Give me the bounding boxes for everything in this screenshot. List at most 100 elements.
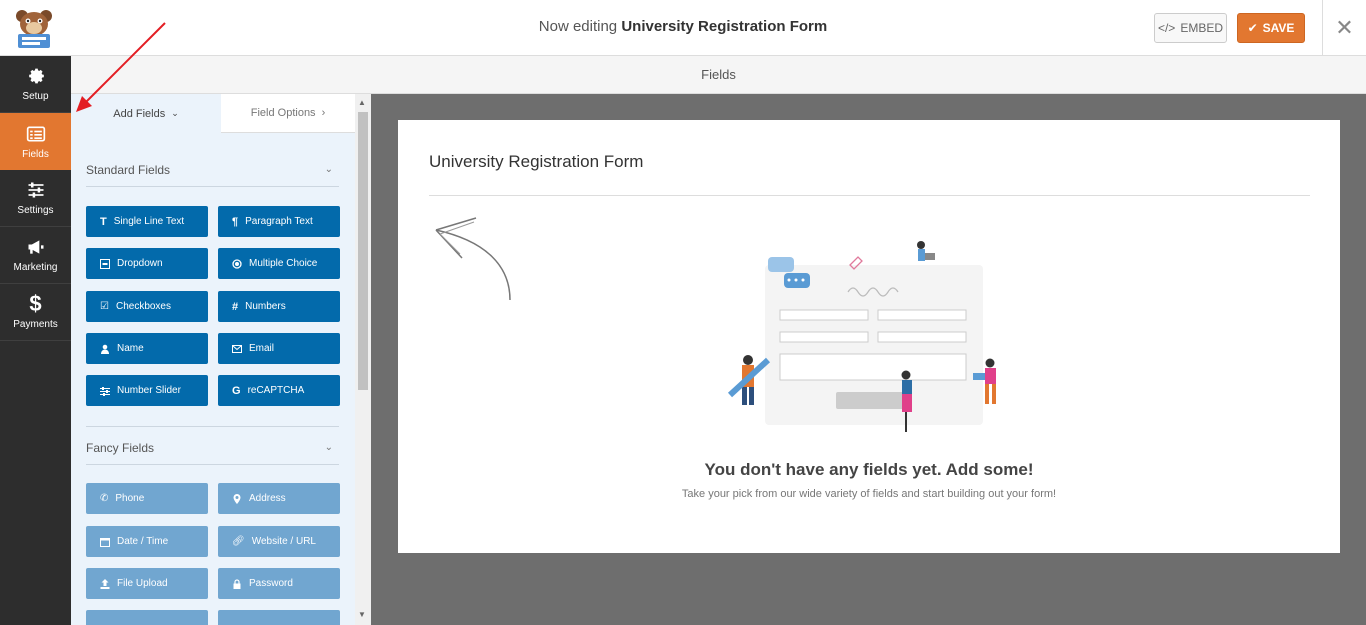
field-button-partial[interactable] bbox=[86, 610, 208, 625]
megaphone-icon bbox=[28, 240, 43, 254]
empty-form-illustration bbox=[727, 241, 996, 432]
check-icon: ✔ bbox=[1247, 21, 1258, 35]
nav-item-fields[interactable]: Fields bbox=[0, 113, 71, 170]
title-divider bbox=[429, 195, 1310, 196]
nav-item-payments[interactable]: $ Payments bbox=[0, 284, 71, 341]
field-button-website-url[interactable]: 🔗︎ Website / URL bbox=[218, 526, 340, 557]
save-button[interactable]: ✔ SAVE bbox=[1237, 13, 1305, 43]
chevron-down-icon: ⌄ bbox=[324, 164, 333, 175]
field-label: Dropdown bbox=[117, 258, 163, 269]
form-preview-card: University Registration Form You don't h… bbox=[398, 120, 1340, 553]
nav-label-payments: Payments bbox=[13, 319, 58, 330]
field-button-email[interactable]: Email bbox=[218, 333, 340, 364]
field-button-date-time[interactable]: Date / Time bbox=[86, 526, 208, 557]
field-label: Password bbox=[249, 578, 293, 589]
fields-header: Fields bbox=[71, 56, 1366, 94]
field-label: reCAPTCHA bbox=[247, 385, 305, 396]
field-label: Numbers bbox=[245, 301, 286, 312]
field-button-file-upload[interactable]: File Upload bbox=[86, 568, 208, 599]
field-button-paragraph-text[interactable]: ¶ Paragraph Text bbox=[218, 206, 340, 237]
field-button-number-slider[interactable]: Number Slider bbox=[86, 375, 208, 406]
sketch-arrow-icon bbox=[435, 217, 511, 301]
title-prefix: Now editing bbox=[538, 18, 618, 35]
section-divider bbox=[86, 426, 339, 427]
embed-label: EMBED bbox=[1180, 21, 1224, 35]
nav-label-fields: Fields bbox=[22, 148, 49, 160]
standard-fields-header[interactable]: Standard Fields ⌄ bbox=[86, 153, 339, 187]
field-button-checkboxes[interactable]: ☑ Checkboxes bbox=[86, 291, 208, 322]
field-button-partial[interactable] bbox=[218, 610, 340, 625]
chevron-down-icon: ⌄ bbox=[324, 442, 333, 453]
radio-icon bbox=[232, 258, 242, 269]
empty-state-subtext: Take your pick from our wide variety of … bbox=[681, 488, 1057, 500]
close-button[interactable]: ✕ bbox=[1322, 0, 1366, 56]
google-icon: G bbox=[232, 384, 241, 397]
nav-item-marketing[interactable]: Marketing bbox=[0, 227, 71, 284]
link-icon: 🔗︎ bbox=[232, 536, 245, 547]
gear-icon bbox=[28, 68, 44, 84]
field-label: Address bbox=[249, 493, 286, 504]
nav-label-marketing: Marketing bbox=[13, 262, 58, 273]
field-button-name[interactable]: Name bbox=[86, 333, 208, 364]
left-navigation: Setup Fields Settings Marketing $ Paymen… bbox=[0, 56, 71, 625]
embed-button[interactable]: </> EMBED bbox=[1154, 13, 1227, 43]
scroll-down-icon[interactable]: ▼ bbox=[358, 610, 366, 619]
field-label: Multiple Choice bbox=[249, 258, 318, 269]
field-button-recaptcha[interactable]: G reCAPTCHA bbox=[218, 375, 340, 406]
dropdown-icon bbox=[100, 258, 110, 269]
fancy-fields-header[interactable]: Fancy Fields ⌄ bbox=[86, 431, 339, 465]
tab-add-fields-label: Add Fields bbox=[113, 107, 166, 120]
field-label: Checkboxes bbox=[115, 301, 171, 312]
chevron-down-icon: ⌄ bbox=[171, 108, 179, 118]
upload-icon bbox=[100, 578, 110, 589]
sliders-icon bbox=[100, 386, 110, 396]
field-button-numbers[interactable]: # Numbers bbox=[218, 291, 340, 322]
field-label: File Upload bbox=[117, 578, 168, 589]
dollar-icon: $ bbox=[29, 291, 42, 316]
field-button-phone[interactable]: ✆ Phone bbox=[86, 483, 208, 514]
sliders-icon bbox=[28, 182, 43, 198]
code-icon: </> bbox=[1157, 21, 1176, 35]
lock-icon bbox=[233, 578, 241, 589]
text-icon: T bbox=[100, 215, 107, 228]
close-icon: ✕ bbox=[1335, 15, 1354, 40]
scroll-up-icon[interactable]: ▲ bbox=[358, 98, 366, 107]
field-label: Phone bbox=[115, 493, 145, 504]
field-label: Website / URL bbox=[251, 536, 316, 547]
scroll-thumb[interactable] bbox=[358, 112, 368, 390]
form-name: University Registration Form bbox=[621, 18, 828, 35]
nav-label-setup: Setup bbox=[22, 91, 49, 102]
user-icon bbox=[101, 344, 109, 354]
add-fields-panel: Add Fields ⌄ Field Options › Standard Fi… bbox=[71, 94, 355, 625]
field-button-password[interactable]: Password bbox=[218, 568, 340, 599]
nav-item-setup[interactable]: Setup bbox=[0, 56, 71, 113]
field-label: Email bbox=[249, 343, 275, 354]
map-marker-icon bbox=[233, 493, 241, 504]
checkbox-icon: ☑ bbox=[100, 301, 109, 312]
field-label: Name bbox=[117, 343, 144, 354]
tab-add-fields[interactable]: Add Fields ⌄ bbox=[71, 94, 221, 133]
field-button-multiple-choice[interactable]: Multiple Choice bbox=[218, 248, 340, 279]
hash-icon: # bbox=[232, 300, 239, 313]
top-bar: Now editing University Registration Form… bbox=[0, 0, 1366, 56]
chevron-right-icon: › bbox=[321, 107, 326, 119]
field-label: Number Slider bbox=[117, 385, 181, 396]
field-label: Paragraph Text bbox=[245, 216, 313, 227]
paragraph-icon: ¶ bbox=[232, 215, 239, 228]
fancy-fields-title: Fancy Fields bbox=[86, 440, 155, 455]
field-button-dropdown[interactable]: Dropdown bbox=[86, 248, 208, 279]
field-label: Single Line Text bbox=[113, 216, 185, 227]
empty-state-heading: You don't have any fields yet. Add some! bbox=[704, 460, 1034, 479]
list-icon bbox=[26, 126, 45, 141]
calendar-icon bbox=[100, 537, 110, 547]
tab-field-options-label: Field Options bbox=[250, 107, 316, 119]
field-button-single-line-text[interactable]: T Single Line Text bbox=[86, 206, 208, 237]
nav-label-settings: Settings bbox=[17, 205, 54, 216]
tab-field-options[interactable]: Field Options › bbox=[221, 94, 355, 133]
form-title[interactable]: University Registration Form bbox=[429, 152, 643, 172]
field-label: Date / Time bbox=[117, 536, 169, 547]
nav-item-settings[interactable]: Settings bbox=[0, 170, 71, 227]
panel-scrollbar[interactable]: ▲ ▼ bbox=[355, 94, 371, 625]
field-button-address[interactable]: Address bbox=[218, 483, 340, 514]
envelope-icon bbox=[232, 344, 242, 353]
